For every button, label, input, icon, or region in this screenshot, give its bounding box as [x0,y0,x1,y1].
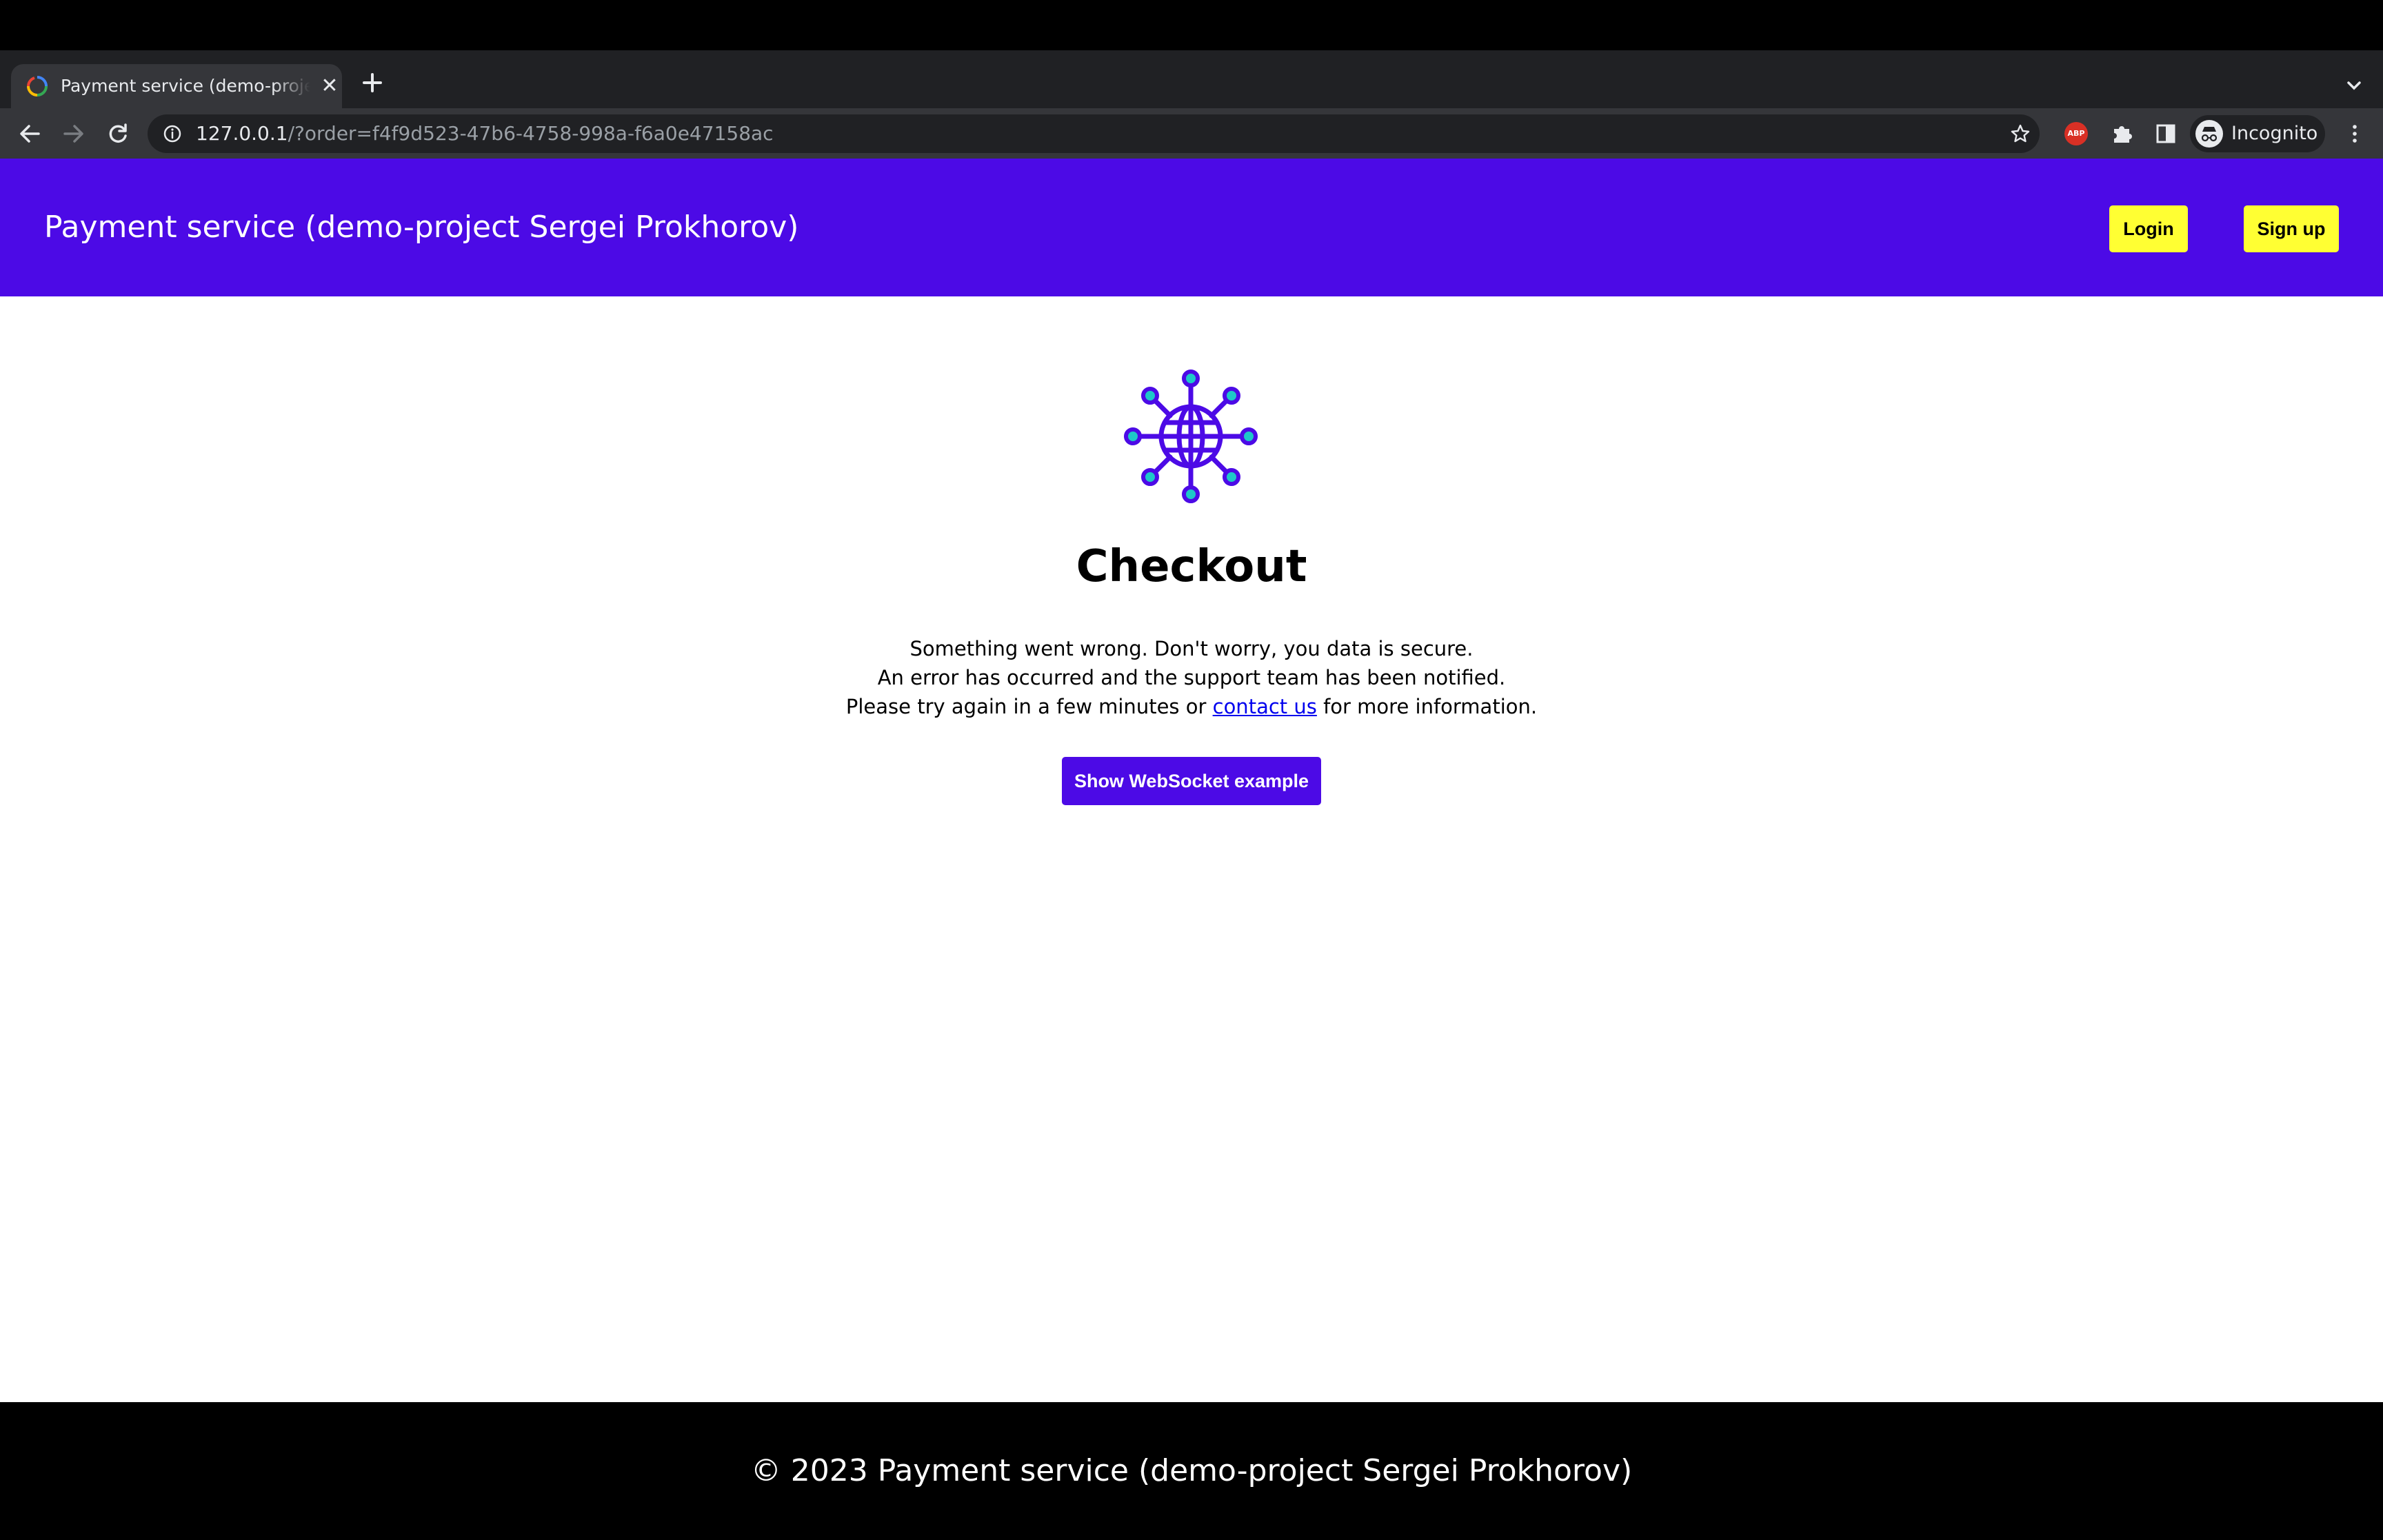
bookmark-star-icon[interactable] [2009,123,2031,145]
tab-close-icon[interactable]: ✕ [317,74,342,99]
more-menu-icon[interactable] [2342,121,2368,147]
contact-us-link[interactable]: contact us [1213,695,1317,718]
back-arrow-icon[interactable] [17,121,43,147]
address-url: 127.0.0.1/?order=f4f9d523-47b6-4758-998a… [196,114,774,153]
incognito-label: Incognito [2231,123,2318,144]
error-message: Something went wrong. Don't worry, you d… [0,634,2383,721]
browser-toolbar: 127.0.0.1/?order=f4f9d523-47b6-4758-998a… [0,108,2383,159]
login-button[interactable]: Login [2109,205,2188,252]
tab-favicon-icon [27,76,48,97]
adblock-plus-extension-icon[interactable]: ABP [2064,122,2088,145]
error-message-line-1: Something went wrong. Don't worry, you d… [909,637,1474,660]
forward-arrow-icon[interactable] [61,121,87,147]
site-header: Payment service (demo-project Sergei Pro… [0,159,2383,296]
chevron-down-icon[interactable] [2342,73,2366,98]
incognito-icon [2195,120,2223,148]
reload-icon[interactable] [105,121,131,147]
error-message-line-3-before: Please try again in a few minutes or [845,695,1213,718]
side-panel-icon[interactable] [2153,121,2179,147]
new-tab-icon[interactable] [359,69,386,97]
footer-copyright: © 2023 Payment service (demo-project Ser… [750,1453,1633,1488]
page-title: Checkout [1076,541,1307,592]
error-message-line-3-after: for more information. [1316,695,1538,718]
tab-strip: Payment service (demo-project Sergei Pro… [0,50,2383,108]
main-content: Checkout Something went wrong. Don't wor… [0,296,2383,1402]
incognito-profile-button[interactable]: Incognito [2190,115,2325,152]
error-message-line-3: Please try again in a few minutes or con… [0,692,2383,721]
extensions-puzzle-icon[interactable] [2109,121,2135,147]
signup-button[interactable]: Sign up [2244,205,2339,252]
show-websocket-example-button[interactable]: Show WebSocket example [1062,757,1321,805]
address-bar[interactable]: 127.0.0.1/?order=f4f9d523-47b6-4758-998a… [148,114,2040,153]
error-message-line-2: An error has occurred and the support te… [877,666,1506,689]
network-globe-icon [1124,369,1258,503]
site-title[interactable]: Payment service (demo-project Sergei Pro… [44,159,798,296]
browser-window: Payment service (demo-project Sergei Pro… [0,0,2383,1540]
address-path: /?order=f4f9d523-47b6-4758-998a-f6a0e471… [288,122,774,145]
tab-title: Payment service (demo-project Sergei Pro… [61,76,310,96]
info-icon[interactable] [163,124,182,143]
address-host: 127.0.0.1 [196,122,288,145]
browser-tab[interactable]: Payment service (demo-project Sergei Pro… [11,64,342,108]
site-footer: © 2023 Payment service (demo-project Ser… [0,1402,2383,1540]
